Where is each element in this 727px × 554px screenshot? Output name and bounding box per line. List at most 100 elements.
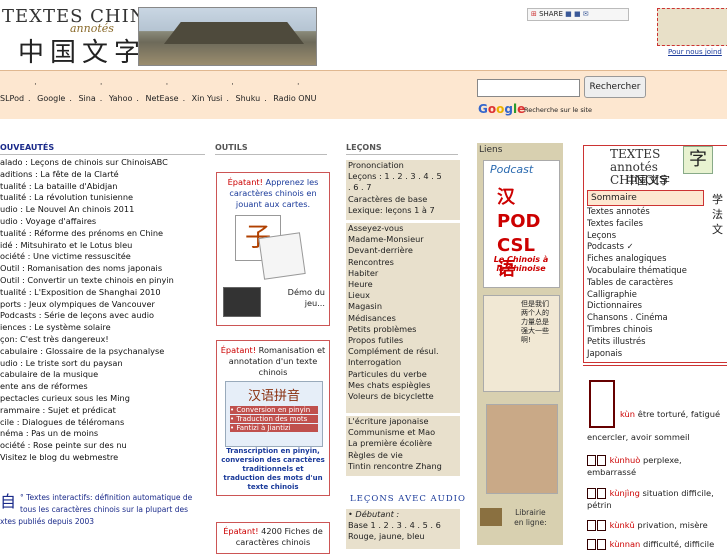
nav-link[interactable]: Xin Yusi — [192, 94, 223, 103]
news-item[interactable]: udio : Le Nouvel An chinois 2011 — [0, 204, 205, 216]
nav-link[interactable]: Yahoo — [109, 94, 133, 103]
news-item[interactable]: rammaire : Sujet et prédicat — [0, 405, 205, 417]
news-item[interactable]: idé : Mitsuhirato et le Lotus bleu — [0, 240, 205, 252]
definition-5[interactable]: kùnnan difficulté, difficile — [587, 538, 727, 550]
lesson-link[interactable]: Lieux — [348, 290, 460, 301]
lesson-link[interactable]: Magasin — [348, 301, 460, 312]
search-input[interactable] — [477, 79, 580, 97]
contact-link[interactable]: Pour nous joind — [668, 48, 722, 56]
lesson-link[interactable]: Asseyez-vous — [348, 223, 460, 234]
lesson-link[interactable]: Règles de vie — [348, 450, 460, 461]
news-item[interactable]: Outil : Romanisation des noms japonais — [0, 263, 205, 275]
definition-1: kùn être torturé, fatigué — [620, 408, 727, 420]
footer-text[interactable]: xtes publiés depuis 2003 — [0, 516, 205, 528]
lesson-link[interactable]: Rouge, jaune, bleu — [348, 531, 460, 542]
nav-link[interactable]: Shuku — [236, 94, 261, 103]
news-item[interactable]: cabulaire : Glossaire de la psychanalyse — [0, 346, 205, 358]
lesson-link[interactable]: Madame-Monsieur — [348, 234, 460, 245]
news-item[interactable]: Outil : Convertir un texte chinois en pi… — [0, 275, 205, 287]
news-item[interactable]: tualité : Réforme des prénoms en Chine — [0, 228, 205, 240]
lesson-link[interactable]: Heure — [348, 279, 460, 290]
nav-link[interactable]: NetEase — [145, 94, 178, 103]
nav-link[interactable]: Sina — [78, 94, 95, 103]
news-item[interactable]: Visitez le blog du webmestre — [0, 452, 205, 464]
lesson-link[interactable]: Particules du verbe — [348, 369, 460, 380]
news-item[interactable]: néma : Pas un de moins — [0, 428, 205, 440]
sommaire-item[interactable]: Fiches analogiques — [587, 253, 687, 265]
bookshop-link[interactable]: Librairie en ligne: — [480, 508, 550, 528]
news-item[interactable]: ente ans de réformes — [0, 381, 205, 393]
comic-image[interactable]: 但是我们两个人的力量总是强大一些啊! — [483, 295, 560, 392]
logo-chinese[interactable]: 中国文字 — [18, 32, 146, 69]
lesson-link[interactable]: Devant-derrière — [348, 245, 460, 256]
news-item[interactable]: cabulaire de la musique — [0, 369, 205, 381]
share-button[interactable]: ⊞ SHARE ■ ■ ✉ — [527, 8, 629, 21]
news-item[interactable]: pectacles curieux sous les Ming — [0, 393, 205, 405]
lesson-link[interactable]: Mes chats espiègles — [348, 380, 460, 391]
nav-link[interactable]: Google — [37, 94, 65, 103]
news-item[interactable]: cile : Dialogues de téléromans — [0, 417, 205, 429]
sommaire-item[interactable]: Calligraphie — [587, 289, 687, 301]
search-button[interactable]: Rechercher — [584, 76, 646, 98]
character-glyph[interactable] — [589, 380, 615, 428]
lesson-link[interactable]: Leçons : 1 . 2 . 3 . 4 . 5 — [348, 171, 460, 182]
sommaire-item[interactable]: Dictionnaires — [587, 300, 687, 312]
lesson-link[interactable]: Base 1 . 2 . 3 . 4 . 5 . 6 — [348, 520, 460, 531]
footer-text[interactable]: ° Textes interactifs: définition automat… — [0, 492, 205, 504]
news-item[interactable]: aditions : La fête de la Clarté — [0, 169, 205, 181]
lesson-link[interactable]: Voleurs de bicyclette — [348, 391, 460, 402]
news-item[interactable]: tualité : La bataille d'Abidjan — [0, 181, 205, 193]
news-item[interactable]: çon: C'est très dangereux! — [0, 334, 205, 346]
def-text: situation difficile, pétrin — [587, 488, 714, 510]
nav-link[interactable]: Radio ONU — [273, 94, 316, 103]
news-item[interactable]: alado : Leçons de chinois sur ChinoisABC — [0, 157, 205, 169]
sommaire-item[interactable]: Podcasts ✓ — [587, 241, 687, 253]
news-item[interactable]: ports : Jeux olympiques de Vancouver — [0, 299, 205, 311]
lesson-link[interactable]: Communisme et Mao — [348, 427, 460, 438]
lesson-link[interactable]: Tintin rencontre Zhang — [348, 461, 460, 472]
lesson-link[interactable]: L'écriture japonaise — [348, 416, 460, 427]
definition-3[interactable]: kùnjìng situation difficile, pétrin — [587, 487, 727, 511]
fiches-box[interactable]: Épatant! 4200 Fiches de caractères chino… — [216, 522, 330, 554]
lesson-link[interactable]: Rencontres — [348, 257, 460, 268]
lesson-link[interactable]: Caractères de base — [348, 194, 460, 205]
sommaire-item[interactable]: Timbres chinois — [587, 324, 687, 336]
news-item[interactable]: tualité : L'Exposition de Shanghai 2010 — [0, 287, 205, 299]
lesson-link[interactable]: Complément de résul. — [348, 346, 460, 357]
stamp-image[interactable] — [657, 8, 727, 46]
card-game-box[interactable]: Épatant! Apprenez les caractères chinois… — [216, 172, 330, 326]
sommaire-item[interactable]: Leçons — [587, 230, 687, 242]
sommaire-item[interactable]: Petits illustrés — [587, 336, 687, 348]
lesson-link[interactable]: . 6 . 7 — [348, 182, 460, 193]
sommaire-item[interactable]: Textes annotés — [587, 206, 687, 218]
news-item[interactable]: iences : Le système solaire — [0, 322, 205, 334]
sommaire-item[interactable]: Tables de caractères — [587, 277, 687, 289]
definition-2[interactable]: kùnhuò perplexe, embarrassé — [587, 454, 727, 478]
news-item[interactable]: ociété : Rose peinte sur des nu — [0, 440, 205, 452]
lesson-link[interactable]: La première écolière — [348, 438, 460, 449]
news-item[interactable]: udio : Le triste sort du paysan — [0, 358, 205, 370]
nav-link[interactable]: SLPod — [0, 94, 24, 103]
lesson-link[interactable]: Médisances — [348, 313, 460, 324]
lesson-link[interactable]: Prononciation — [348, 160, 460, 171]
portrait-image[interactable] — [486, 404, 558, 494]
lesson-link[interactable]: Lexique: leçons 1 à 7 — [348, 205, 460, 216]
demo-link[interactable]: Démo du jeu... — [281, 287, 325, 309]
sommaire-item[interactable]: Textes faciles — [587, 218, 687, 230]
sommaire-item[interactable]: Vocabulaire thématique — [587, 265, 687, 277]
box-caption[interactable]: Transcription en pinyin, conversion des … — [221, 447, 325, 492]
definition-4[interactable]: kùnkǔ privation, misère — [587, 519, 727, 531]
footer-text[interactable]: tous les caractères chinois sur la plupa… — [0, 504, 205, 516]
lesson-link[interactable]: Habiter — [348, 268, 460, 279]
sommaire-item[interactable]: Chansons . Cinéma — [587, 312, 687, 324]
news-item[interactable]: tualité : La révolution tunisienne — [0, 192, 205, 204]
news-item[interactable]: Podcasts : Série de leçons avec audio — [0, 310, 205, 322]
news-item[interactable]: ociété : Une victime ressuscitée — [0, 251, 205, 263]
lesson-link[interactable]: Interrogation — [348, 357, 460, 368]
lesson-link[interactable]: Petits problèmes — [348, 324, 460, 335]
news-item[interactable]: udio : Voyage d'affaires — [0, 216, 205, 228]
lesson-link[interactable]: Propos futiles — [348, 335, 460, 346]
sommaire-item[interactable]: Japonais — [587, 348, 687, 360]
pinyin-tool-box[interactable]: Épatant! Romanisation et annotation d'un… — [216, 340, 330, 496]
def-pinyin: kùnnan — [609, 539, 641, 549]
